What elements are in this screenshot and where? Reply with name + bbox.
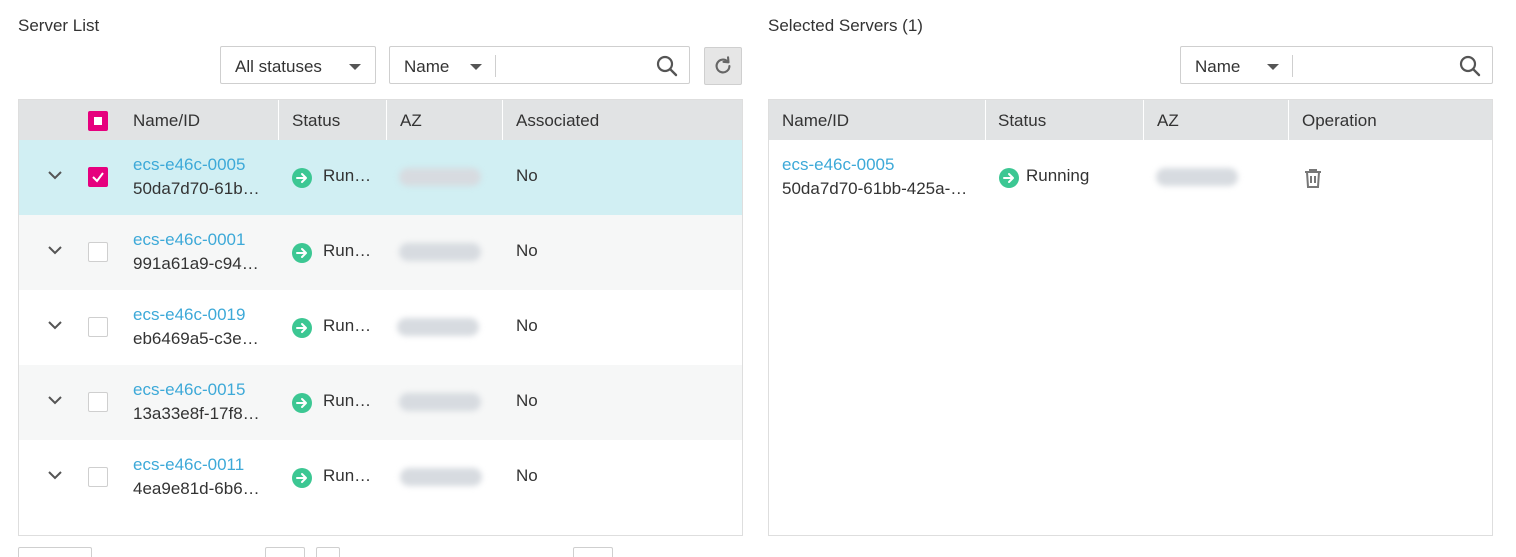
selected-servers-table: Name/ID Status AZ Operation ecs-e46c-000…	[768, 99, 1493, 536]
left-search-box: Name	[389, 46, 690, 84]
server-status: Run…	[323, 466, 372, 485]
server-status: Run…	[323, 391, 372, 410]
associated-value: No	[516, 316, 538, 335]
server-id: 50da7d70-61b…	[133, 179, 260, 198]
az-blurred	[1156, 168, 1238, 186]
table-row[interactable]: ecs-e46c-0011 4ea9e81d-6b6… Run… No	[19, 440, 742, 515]
server-status: Run…	[323, 241, 372, 260]
search-icon[interactable]	[1458, 54, 1482, 78]
selected-servers-title: Selected Servers (1)	[768, 16, 923, 35]
chevron-down-icon[interactable]	[47, 170, 63, 180]
running-arrow-icon	[292, 243, 312, 263]
table-row[interactable]: ecs-e46c-0015 13a33e8f-17f8… Run… No	[19, 365, 742, 440]
server-id: eb6469a5-c3e…	[133, 329, 259, 348]
row-checkbox[interactable]	[88, 467, 108, 487]
row-checkbox[interactable]	[88, 242, 108, 262]
table-row[interactable]: ecs-e46c-0005 50da7d70-61bb-425a-… Runni…	[769, 140, 1492, 215]
page-jump-input[interactable]	[573, 547, 613, 557]
server-list-table: Name/ID Status AZ Associated ecs-e46c-00…	[18, 99, 743, 536]
associated-value: No	[516, 241, 538, 260]
search-icon[interactable]	[655, 54, 679, 78]
col-status[interactable]: Status	[292, 111, 340, 131]
trash-icon[interactable]	[1302, 167, 1324, 189]
server-id: 13a33e8f-17f8…	[133, 404, 260, 423]
caret-down-icon	[1267, 64, 1279, 70]
status-filter-value: All statuses	[235, 57, 322, 76]
server-status: Running	[1026, 166, 1090, 185]
server-name-link[interactable]: ecs-e46c-0011	[133, 455, 244, 475]
running-arrow-icon	[999, 168, 1019, 188]
row-checkbox[interactable]	[88, 317, 108, 337]
az-blurred	[399, 243, 481, 261]
chevron-down-icon[interactable]	[47, 470, 63, 480]
running-arrow-icon	[292, 318, 312, 338]
right-search-input[interactable]	[1297, 51, 1451, 81]
table-header: Name/ID Status AZ Operation	[769, 100, 1492, 140]
col-status[interactable]: Status	[998, 111, 1046, 131]
table-row[interactable]: ecs-e46c-0005 50da7d70-61b… Run… No	[19, 140, 742, 215]
server-name-link[interactable]: ecs-e46c-0005	[133, 155, 245, 175]
col-name-id[interactable]: Name/ID	[133, 111, 200, 131]
running-arrow-icon	[292, 168, 312, 188]
caret-down-icon	[349, 64, 361, 70]
col-operation: Operation	[1302, 111, 1377, 130]
server-id: 991a61a9-c94…	[133, 254, 259, 273]
associated-value: No	[516, 391, 538, 410]
col-associated[interactable]: Associated	[516, 111, 599, 131]
right-search-box: Name	[1180, 46, 1493, 84]
refresh-button[interactable]	[704, 47, 742, 85]
running-arrow-icon	[292, 393, 312, 413]
az-blurred	[397, 318, 479, 336]
checkmark-icon	[92, 172, 104, 183]
az-blurred	[400, 468, 482, 486]
az-blurred	[399, 168, 481, 186]
server-status: Run…	[323, 316, 372, 335]
chevron-down-icon[interactable]	[47, 320, 63, 330]
server-name-link[interactable]: ecs-e46c-0005	[782, 155, 894, 175]
chevron-down-icon[interactable]	[47, 245, 63, 255]
right-search-field-select[interactable]: Name	[1181, 47, 1291, 83]
server-name-link[interactable]: ecs-e46c-0001	[133, 230, 245, 250]
caret-down-icon	[470, 64, 482, 70]
col-az[interactable]: AZ	[400, 111, 422, 131]
page-size-select[interactable]	[18, 547, 92, 557]
server-list-title: Server List	[18, 16, 100, 35]
server-name-link[interactable]: ecs-e46c-0019	[133, 305, 245, 325]
server-status: Run…	[323, 166, 372, 185]
server-id: 4ea9e81d-6b6…	[133, 479, 260, 498]
col-name-id[interactable]: Name/ID	[782, 111, 849, 131]
prev-page-button[interactable]	[265, 547, 305, 557]
left-search-field-value: Name	[404, 57, 450, 76]
running-arrow-icon	[292, 468, 312, 488]
table-header: Name/ID Status AZ Associated	[19, 100, 742, 140]
associated-value: No	[516, 466, 538, 485]
server-id: 50da7d70-61bb-425a-…	[782, 179, 968, 198]
next-page-button[interactable]	[316, 547, 340, 557]
row-checkbox[interactable]	[88, 167, 108, 187]
row-checkbox[interactable]	[88, 392, 108, 412]
left-search-field-select[interactable]: Name	[390, 47, 494, 83]
chevron-down-icon[interactable]	[47, 395, 63, 405]
az-blurred	[399, 393, 481, 411]
table-row[interactable]: ecs-e46c-0019 eb6469a5-c3e… Run… No	[19, 290, 742, 365]
status-filter-dropdown[interactable]: All statuses	[220, 46, 376, 84]
table-row[interactable]: ecs-e46c-0001 991a61a9-c94… Run… No	[19, 215, 742, 290]
select-all-checkbox[interactable]	[88, 111, 108, 131]
refresh-icon	[715, 56, 731, 74]
server-name-link[interactable]: ecs-e46c-0015	[133, 380, 245, 400]
associated-value: No	[516, 166, 538, 185]
col-az[interactable]: AZ	[1157, 111, 1179, 131]
left-search-input[interactable]	[500, 51, 644, 81]
right-search-field-value: Name	[1195, 57, 1241, 76]
